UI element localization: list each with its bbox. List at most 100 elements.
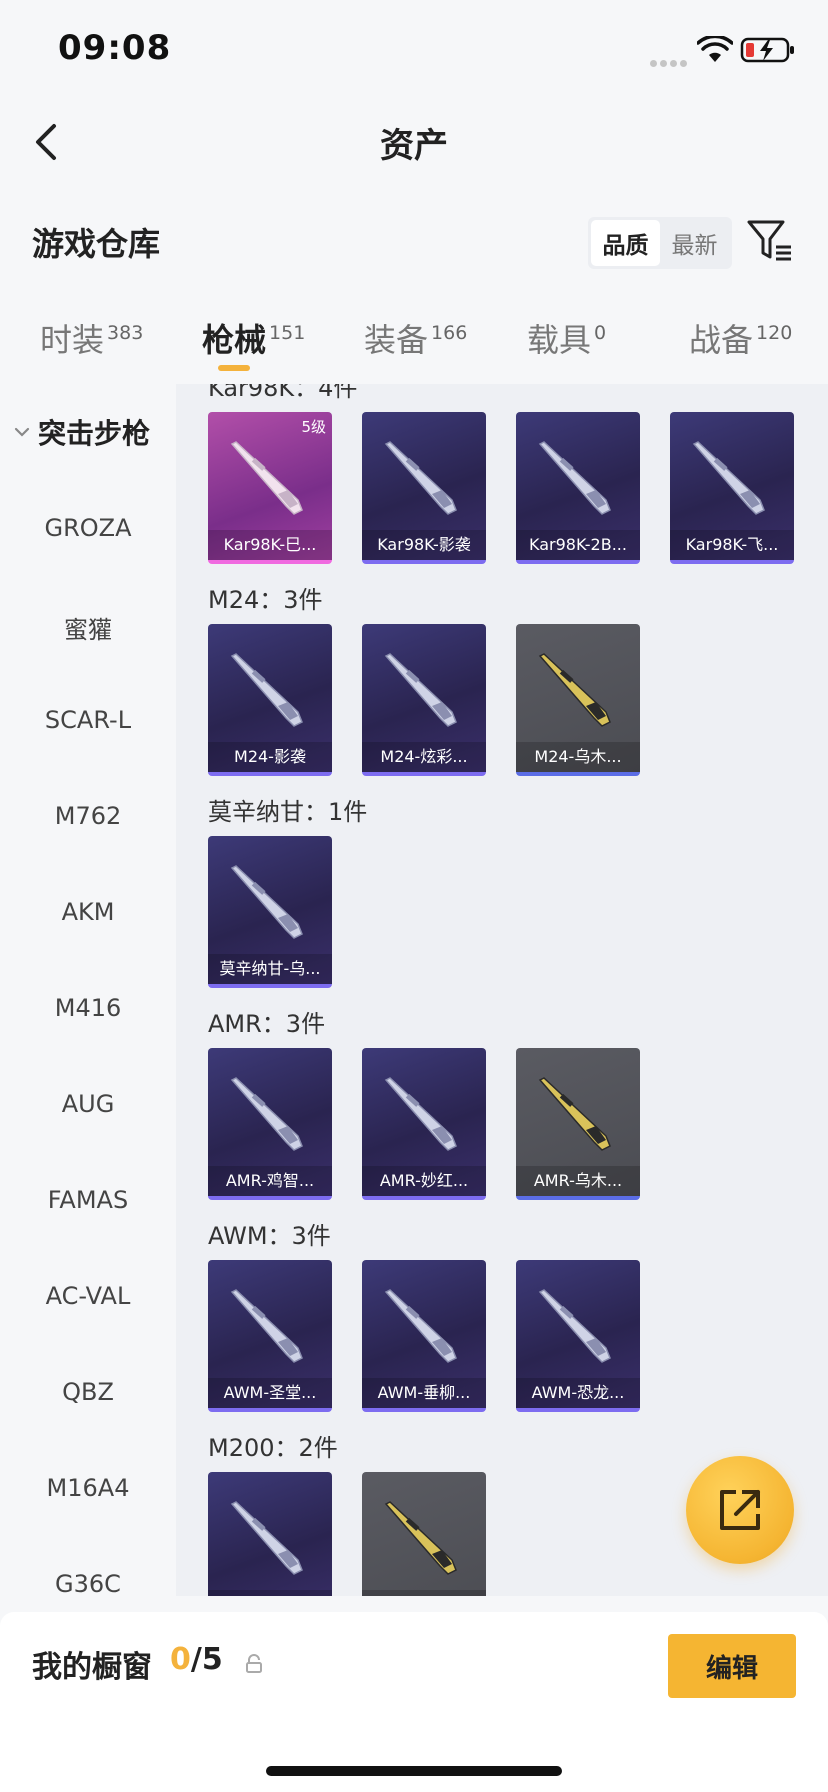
group-title: AWM：3件	[208, 1222, 331, 1250]
status-bar: 09:08	[0, 0, 828, 100]
rifle-icon	[384, 1289, 457, 1363]
item-card[interactable]: Kar98K-影袭	[362, 412, 486, 564]
chevron-down-icon	[14, 427, 30, 437]
status-time: 09:08	[58, 28, 172, 68]
sidebar-item-m762[interactable]: M762	[0, 802, 176, 830]
item-grid: Kar98K：4件 Kar98K-巳... 5级 Kar98K-影袭 Kar98K-2B…	[176, 384, 828, 1596]
item-card[interactable]: M24-影袭	[208, 624, 332, 776]
rifle-icon	[230, 441, 303, 515]
item-card[interactable]: Kar98K-2B...	[516, 412, 640, 564]
sort-newest-button[interactable]: 最新	[660, 220, 729, 266]
rifle-icon	[692, 441, 765, 515]
sidebar-item-groza[interactable]: GROZA	[0, 514, 176, 542]
item-name: AMR-鸡智...	[208, 1166, 332, 1196]
showcase-count: 0/5	[170, 1642, 223, 1677]
rifle-icon	[384, 1077, 457, 1151]
tab-label: 装备	[364, 321, 429, 359]
group-title: AMR：3件	[208, 1010, 326, 1038]
rifle-icon	[230, 653, 303, 727]
rifle-icon	[538, 653, 611, 727]
tab-fashion[interactable]: 时装 383	[40, 315, 143, 375]
sidebar-item-famas[interactable]: FAMAS	[0, 1186, 176, 1214]
sidebar-category-label: 突击步枪	[38, 417, 151, 450]
sidebar-item-ac-val[interactable]: AC-VAL	[0, 1282, 176, 1310]
tab-count: 151	[269, 322, 306, 344]
item-name: AWM-垂柳...	[362, 1378, 486, 1408]
rifle-icon	[538, 1077, 611, 1151]
tab-count: 0	[594, 322, 607, 344]
item-name: M24-影袭	[208, 742, 332, 772]
sort-quality-button[interactable]: 品质	[591, 220, 660, 266]
item-name	[362, 1590, 486, 1596]
signal-dots-icon	[650, 52, 690, 67]
page-title: 资产	[380, 126, 448, 166]
share-button[interactable]	[686, 1456, 794, 1564]
item-card[interactable]: Kar98K-巳... 5级	[208, 412, 332, 564]
category-tabs: 时装 383 枪械 151 装备 166 载具 0 战备 120	[0, 305, 828, 380]
sidebar-item-m16a4[interactable]: M16A4	[0, 1474, 176, 1502]
item-card[interactable]: AMR-乌木...	[516, 1048, 640, 1200]
section-header: 游戏仓库 品质 最新	[0, 205, 828, 277]
tab-count: 383	[107, 322, 144, 344]
item-name: AWM-恐龙...	[516, 1378, 640, 1408]
battery-icon	[740, 37, 794, 63]
rifle-icon	[538, 1289, 611, 1363]
nav-bar: 资产	[0, 100, 828, 182]
tab-count: 120	[756, 322, 793, 344]
item-level-badge: 5级	[301, 418, 326, 436]
group-title: M200：2件	[208, 1434, 338, 1462]
tab-supplies[interactable]: 战备 120	[689, 315, 792, 375]
tab-vehicles[interactable]: 载具 0	[527, 315, 606, 375]
group-title: M24：3件	[208, 586, 323, 614]
item-name: 莫辛纳甘-乌...	[208, 954, 332, 984]
item-card[interactable]: M24-炫彩...	[362, 624, 486, 776]
item-name: AMR-妙红...	[362, 1166, 486, 1196]
rifle-icon	[384, 653, 457, 727]
tab-label: 战备	[689, 321, 754, 359]
sidebar-item-g36c[interactable]: G36C	[0, 1570, 176, 1598]
item-card[interactable]: AMR-鸡智...	[208, 1048, 332, 1200]
item-card[interactable]	[362, 1472, 486, 1596]
showcase-current: 0	[170, 1642, 191, 1677]
item-card[interactable]: 莫辛纳甘-乌...	[208, 836, 332, 988]
group-title: Kar98K：4件	[208, 384, 358, 402]
item-card[interactable]: Kar98K-飞...	[670, 412, 794, 564]
lock-icon	[246, 1654, 262, 1673]
item-card[interactable]: AWM-垂柳...	[362, 1260, 486, 1412]
share-external-icon	[720, 1490, 760, 1530]
rifle-icon	[230, 1077, 303, 1151]
tab-label: 枪械	[202, 321, 267, 359]
sidebar-item-aug[interactable]: AUG	[0, 1090, 176, 1118]
active-tab-indicator	[218, 365, 250, 371]
item-card[interactable]: AWM-恐龙...	[516, 1260, 640, 1412]
item-name: Kar98K-飞...	[670, 530, 794, 560]
item-name: M24-炫彩...	[362, 742, 486, 772]
sidebar-item-scar-l[interactable]: SCAR-L	[0, 706, 176, 734]
tab-equipment[interactable]: 装备 166	[364, 315, 467, 375]
item-name: AMR-乌木...	[516, 1166, 640, 1196]
sort-toggle: 品质 最新	[588, 217, 732, 269]
rifle-icon	[230, 1501, 303, 1575]
sidebar-item-qbz[interactable]: QBZ	[0, 1378, 176, 1406]
rifle-icon	[230, 865, 303, 939]
sidebar-item-akm[interactable]: AKM	[0, 898, 176, 926]
section-title: 游戏仓库	[32, 225, 161, 263]
showcase-bar: 我的橱窗 0/5 编辑	[0, 1612, 828, 1792]
item-card[interactable]: AWM-圣堂...	[208, 1260, 332, 1412]
sidebar-item-m416[interactable]: M416	[0, 994, 176, 1022]
item-card[interactable]: M24-乌木...	[516, 624, 640, 776]
edit-button[interactable]: 编辑	[668, 1634, 796, 1698]
filter-icon[interactable]	[746, 217, 794, 265]
item-card[interactable]	[208, 1472, 332, 1596]
item-name: Kar98K-2B...	[516, 530, 640, 560]
item-name: M24-乌木...	[516, 742, 640, 772]
weapon-sidebar: 突击步枪 GROZA 蜜獾 SCAR-L M762 AKM M416 AUG F…	[0, 384, 176, 1598]
home-indicator	[266, 1766, 562, 1776]
sidebar-item-honey-badger[interactable]: 蜜獾	[0, 610, 176, 645]
wifi-icon	[697, 36, 733, 62]
rifle-icon	[384, 441, 457, 515]
rifle-icon	[538, 441, 611, 515]
sidebar-category-assault-rifle[interactable]: 突击步枪	[12, 412, 150, 452]
tab-label: 载具	[527, 321, 592, 359]
item-card[interactable]: AMR-妙红...	[362, 1048, 486, 1200]
